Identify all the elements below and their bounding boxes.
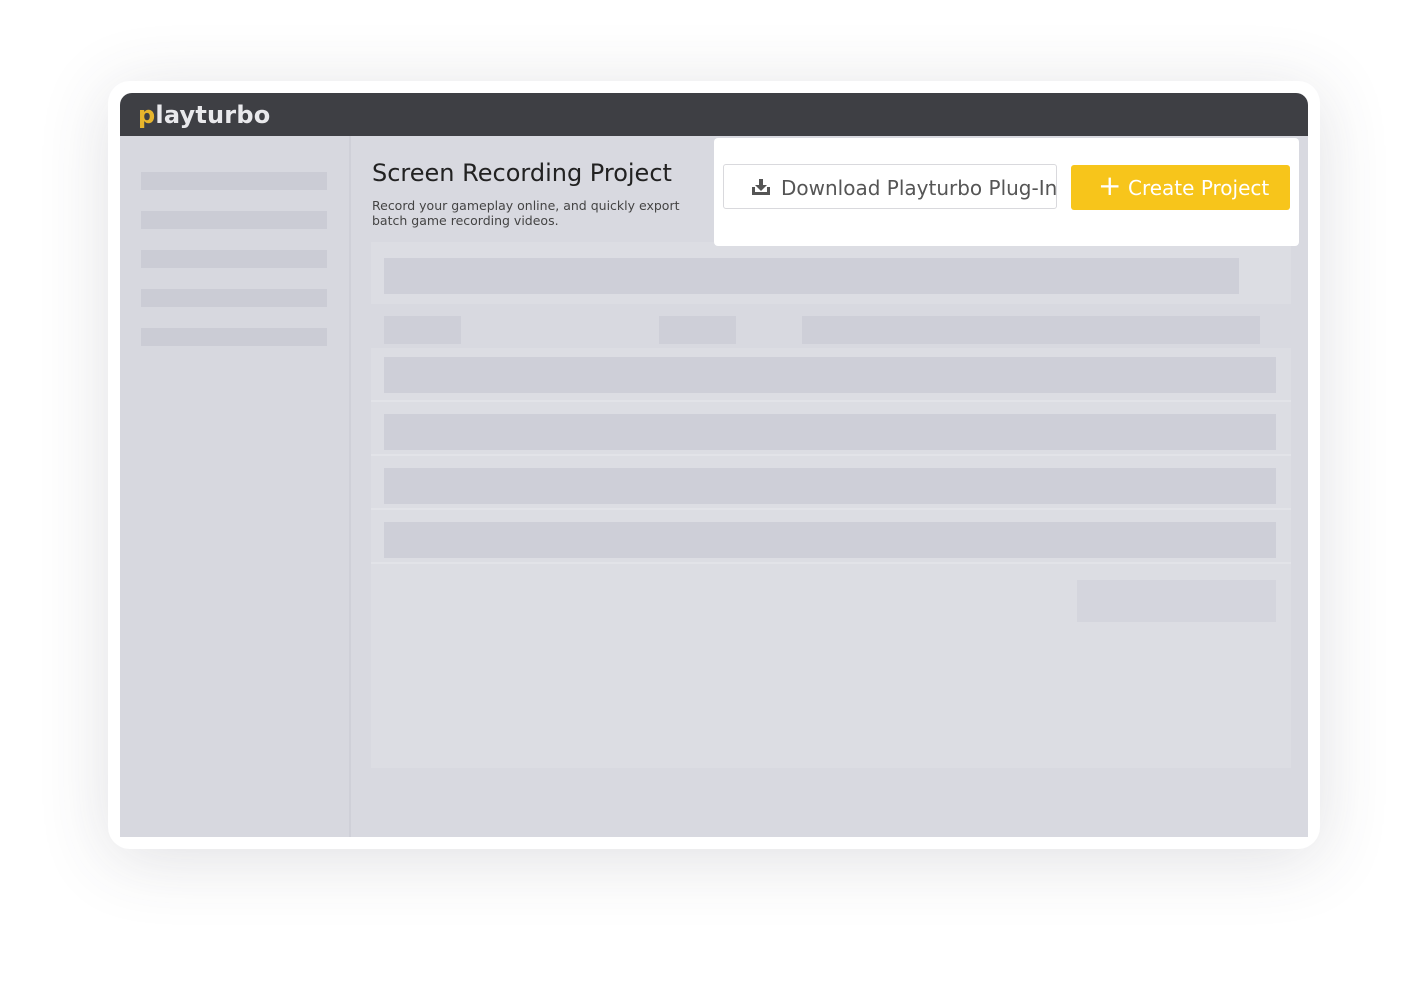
- sidebar: [120, 136, 351, 837]
- download-tray-icon: [751, 179, 771, 196]
- table-header-placeholder: [802, 316, 1260, 344]
- sidebar-item-placeholder[interactable]: [141, 250, 327, 268]
- row-divider: [371, 562, 1291, 564]
- row-divider: [371, 454, 1291, 456]
- pagination-placeholder[interactable]: [1077, 580, 1276, 622]
- create-project-button[interactable]: + Create Project: [1071, 165, 1290, 210]
- logo-text: layturbo: [155, 101, 271, 129]
- table-row[interactable]: [384, 468, 1276, 504]
- playturbo-logo[interactable]: playturbo: [138, 101, 270, 129]
- download-plugin-label: Download Playturbo Plug-In: [781, 176, 1058, 200]
- table-body: [371, 348, 1291, 768]
- sidebar-item-placeholder[interactable]: [141, 328, 327, 346]
- sidebar-item-placeholder[interactable]: [141, 289, 327, 307]
- sidebar-item-placeholder[interactable]: [141, 172, 327, 190]
- table-header-placeholder: [384, 316, 461, 344]
- row-divider: [371, 400, 1291, 402]
- page-title: Screen Recording Project: [372, 159, 672, 187]
- sidebar-item-placeholder[interactable]: [141, 211, 327, 229]
- table-header-placeholder: [659, 316, 736, 344]
- top-bar: playturbo: [120, 93, 1308, 136]
- plus-icon: +: [1098, 169, 1122, 202]
- filter-panel: [371, 242, 1291, 304]
- table-row[interactable]: [384, 414, 1276, 450]
- table-row[interactable]: [384, 522, 1276, 558]
- filter-bar-placeholder[interactable]: [384, 258, 1239, 294]
- row-divider: [371, 508, 1291, 510]
- create-project-label: Create Project: [1128, 176, 1270, 200]
- download-plugin-button[interactable]: Download Playturbo Plug-In: [723, 164, 1057, 209]
- logo-first-letter: p: [138, 101, 156, 129]
- page-subtitle: Record your gameplay online, and quickly…: [372, 198, 680, 228]
- table-row[interactable]: [384, 357, 1276, 393]
